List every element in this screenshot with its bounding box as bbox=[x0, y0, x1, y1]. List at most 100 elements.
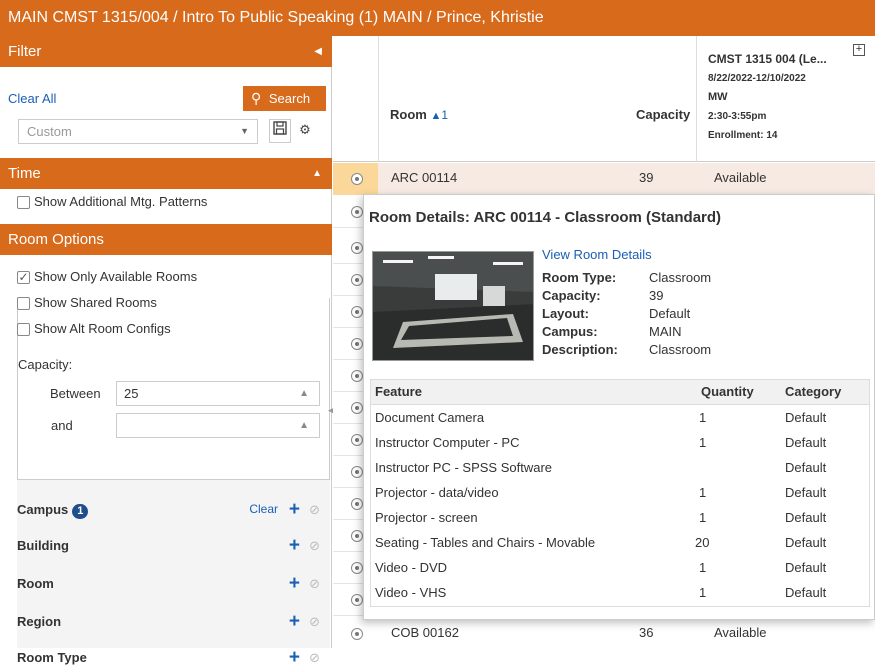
radio-icon[interactable] bbox=[351, 274, 363, 286]
facet-room[interactable]: Room + ⊘ bbox=[9, 573, 322, 594]
status-cell: Available bbox=[714, 170, 767, 185]
feature-category: Default bbox=[785, 485, 827, 500]
show-shared-rooms-checkbox[interactable] bbox=[17, 297, 30, 310]
capacity-cell: 36 bbox=[639, 625, 654, 640]
radio-icon[interactable] bbox=[351, 173, 363, 185]
feature-quantity: 20 bbox=[695, 535, 710, 550]
feature-quantity: 1 bbox=[699, 485, 707, 500]
radio-icon[interactable] bbox=[351, 628, 363, 640]
detail-value: MAIN bbox=[649, 324, 682, 339]
facet-region[interactable]: Region + ⊘ bbox=[9, 611, 322, 632]
feature-table: Feature Quantity Category Document Camer… bbox=[370, 379, 870, 607]
radio-icon[interactable] bbox=[351, 338, 363, 350]
show-shared-rooms-option[interactable]: Show Shared Rooms bbox=[17, 295, 157, 310]
capacity-column-header[interactable]: Capacity bbox=[636, 107, 690, 122]
radio-icon[interactable] bbox=[351, 594, 363, 606]
room-photo bbox=[372, 251, 534, 361]
filter-section-header[interactable]: Filter ◀ bbox=[0, 36, 332, 67]
radio-icon[interactable] bbox=[351, 530, 363, 542]
room-column-header[interactable]: Room ▲1 bbox=[390, 107, 448, 122]
detail-value: 39 bbox=[649, 288, 664, 303]
section-column-header[interactable]: CMST 1315 004 (Le... 8/22/2022-12/10/202… bbox=[708, 50, 858, 145]
feature-quantity: 1 bbox=[699, 585, 707, 600]
filter-preset-select[interactable]: Custom ▼ bbox=[18, 119, 258, 144]
time-header-label: Time bbox=[8, 165, 41, 182]
view-room-details-link[interactable]: View Room Details bbox=[542, 247, 652, 262]
room-options-header-label: Room Options bbox=[8, 231, 104, 248]
feature-name: Video - VHS bbox=[375, 585, 447, 600]
room-cell: COB 00162 bbox=[391, 625, 459, 640]
feature-row: Instructor Computer - PC 1 Default bbox=[371, 431, 869, 456]
facet-campus[interactable]: Campus 1 Clear + ⊘ bbox=[9, 499, 322, 521]
table-row[interactable]: COB 00162 36 Available bbox=[333, 618, 875, 650]
table-row[interactable]: ARC 00114 39 Available bbox=[333, 163, 875, 195]
detail-label: Campus: bbox=[542, 324, 598, 339]
save-filter-button[interactable] bbox=[269, 119, 291, 143]
radio-icon[interactable] bbox=[351, 466, 363, 478]
grid-header: Room ▲1 Capacity CMST 1315 004 (Le... 8/… bbox=[333, 36, 875, 162]
feature-quantity: 1 bbox=[699, 510, 707, 525]
expand-icon[interactable]: + bbox=[853, 44, 865, 56]
feature-row: Document Camera 1 Default bbox=[371, 406, 869, 431]
detail-label: Description: bbox=[542, 342, 618, 357]
facet-campus-clear[interactable]: Clear bbox=[249, 502, 278, 516]
show-additional-patterns-option[interactable]: Show Additional Mtg. Patterns bbox=[17, 194, 207, 209]
radio-icon[interactable] bbox=[351, 402, 363, 414]
spinner-icon[interactable]: ▲ bbox=[299, 382, 309, 405]
show-shared-rooms-label: Show Shared Rooms bbox=[34, 295, 157, 310]
filter-settings-button[interactable]: ⚙ bbox=[294, 119, 316, 143]
collapse-left-icon[interactable]: ◀ bbox=[314, 36, 322, 67]
radio-icon[interactable] bbox=[351, 306, 363, 318]
detail-label: Layout: bbox=[542, 306, 589, 321]
facet-building-label: Building bbox=[17, 538, 69, 553]
feature-table-header: Feature Quantity Category bbox=[371, 380, 869, 405]
section-days: MW bbox=[708, 91, 728, 103]
radio-icon[interactable] bbox=[351, 370, 363, 382]
time-section-header[interactable]: Time ▲ bbox=[0, 158, 332, 189]
radio-icon[interactable] bbox=[351, 434, 363, 446]
radio-icon[interactable] bbox=[351, 242, 363, 254]
facet-room-type[interactable]: Room Type + ⊘ bbox=[9, 647, 322, 668]
add-icon[interactable]: + bbox=[289, 611, 300, 633]
feature-row: Instructor PC - SPSS Software Default bbox=[371, 456, 869, 481]
feature-category: Default bbox=[785, 435, 827, 450]
feature-column-header: Feature bbox=[375, 384, 422, 399]
dropdown-caret-icon: ▼ bbox=[240, 126, 249, 136]
show-alt-configs-option[interactable]: Show Alt Room Configs bbox=[17, 321, 171, 336]
clear-all-link[interactable]: Clear All bbox=[8, 91, 56, 106]
feature-category: Default bbox=[785, 410, 827, 425]
capacity-min-value: 25 bbox=[124, 386, 139, 401]
radio-icon[interactable] bbox=[351, 206, 363, 218]
radio-icon[interactable] bbox=[351, 498, 363, 510]
and-label: and bbox=[51, 418, 73, 433]
category-column-header: Category bbox=[785, 384, 842, 399]
disabled-icon: ⊘ bbox=[309, 538, 320, 553]
show-additional-patterns-checkbox[interactable] bbox=[17, 196, 30, 209]
show-alt-configs-checkbox[interactable] bbox=[17, 323, 30, 336]
add-icon[interactable]: + bbox=[289, 499, 300, 521]
collapse-up-icon[interactable]: ▲ bbox=[312, 158, 322, 189]
add-icon[interactable]: + bbox=[289, 535, 300, 557]
disabled-icon: ⊘ bbox=[309, 614, 320, 629]
feature-category: Default bbox=[785, 460, 827, 475]
facet-building[interactable]: Building + ⊘ bbox=[9, 535, 322, 556]
radio-icon[interactable] bbox=[351, 562, 363, 574]
feature-row: Video - VHS 1 Default bbox=[371, 581, 869, 606]
feature-category: Default bbox=[785, 535, 827, 550]
add-icon[interactable]: + bbox=[289, 647, 300, 669]
status-cell: Available bbox=[714, 625, 767, 640]
section-title: CMST 1315 004 (Le... bbox=[708, 52, 827, 66]
feature-category: Default bbox=[785, 585, 827, 600]
search-button[interactable]: ⚲ Search bbox=[243, 86, 326, 111]
section-time: 2:30-3:55pm bbox=[708, 111, 767, 122]
sort-ascending-icon: ▲ bbox=[430, 110, 442, 122]
capacity-label: Capacity: bbox=[18, 357, 73, 372]
add-icon[interactable]: + bbox=[289, 573, 300, 595]
save-icon bbox=[273, 121, 287, 138]
show-available-rooms-checkbox[interactable]: ✓ bbox=[17, 271, 30, 284]
capacity-min-input[interactable]: 25 ▲ bbox=[116, 381, 320, 406]
capacity-max-input[interactable]: ▲ bbox=[116, 413, 320, 438]
room-options-header[interactable]: Room Options bbox=[0, 224, 332, 255]
show-available-rooms-option[interactable]: ✓ Show Only Available Rooms bbox=[17, 269, 197, 284]
spinner-icon[interactable]: ▲ bbox=[299, 414, 309, 437]
